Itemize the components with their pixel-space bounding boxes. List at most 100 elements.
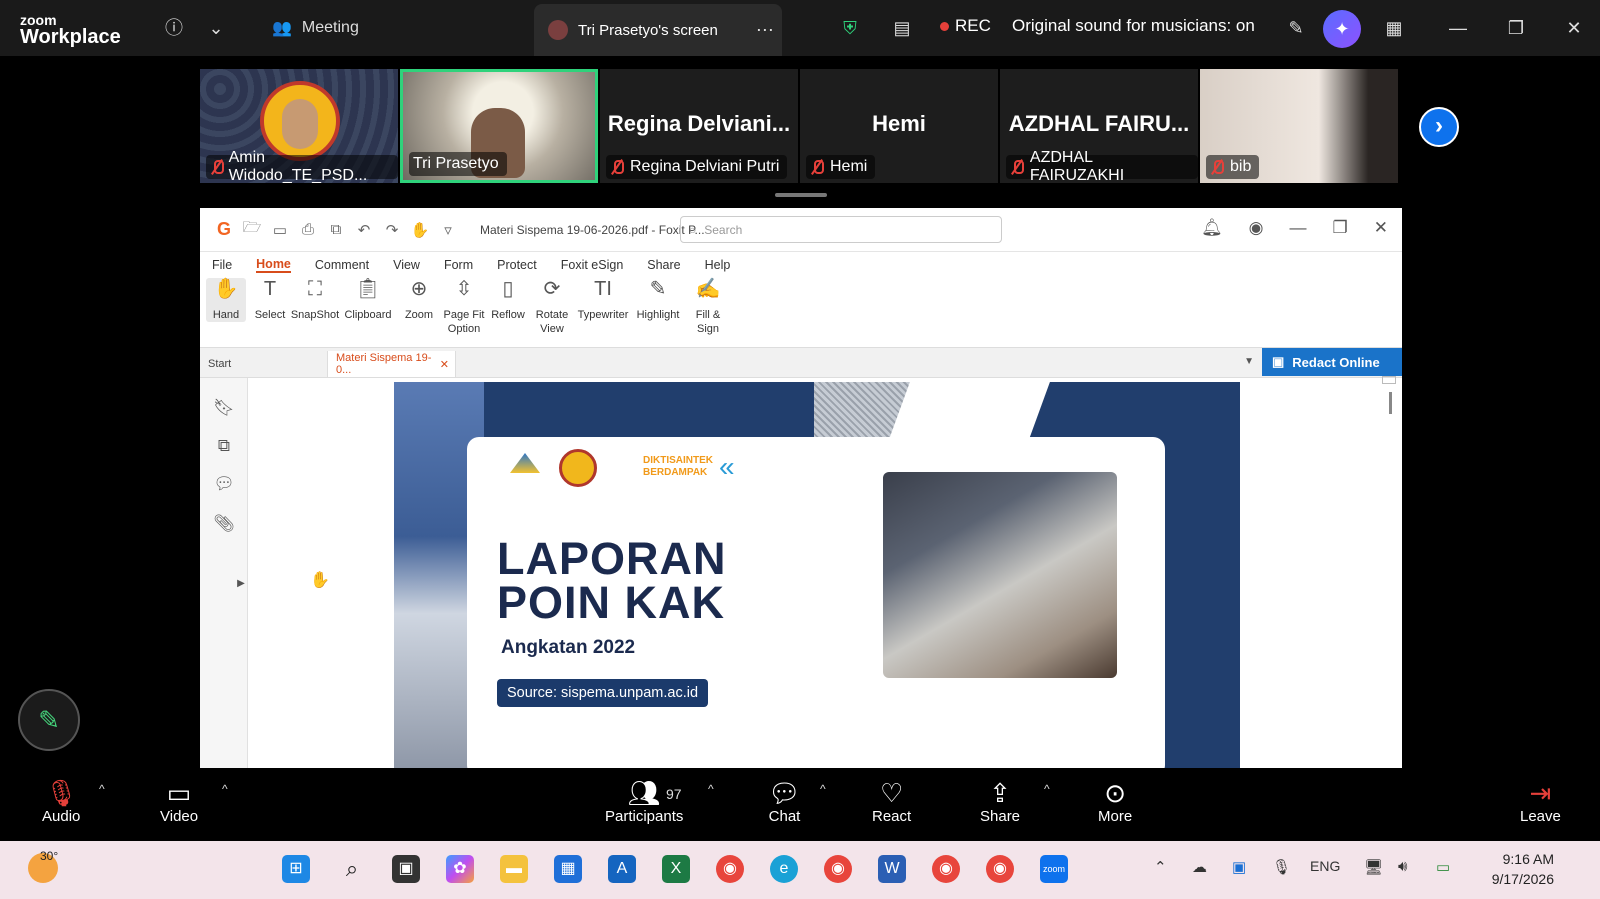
recording-indicator[interactable]: REC	[940, 16, 991, 36]
copilot-icon[interactable]: ✿	[446, 855, 474, 883]
next-page-button[interactable]: ›	[1419, 107, 1459, 147]
close-icon[interactable]: ✕	[1374, 218, 1388, 238]
magic-wand-icon[interactable]: ✎	[1284, 16, 1308, 40]
comments-icon[interactable]: 💬︎	[213, 474, 235, 494]
screen-share-tab[interactable]: Tri Prasetyo's screen ⋯	[534, 4, 782, 56]
share-options-caret-icon[interactable]: ^	[1044, 782, 1050, 796]
customize-toolbar-icon[interactable]: ▿	[434, 221, 462, 239]
restore-icon[interactable]: ❐	[1504, 16, 1528, 40]
page-fit-button[interactable]: ⇳ Page Fit Option	[442, 278, 486, 336]
fill-sign-button[interactable]: ✍ Fill & Sign	[684, 278, 732, 336]
menu-file[interactable]: File	[212, 258, 232, 272]
typewriter-button[interactable]: TI Typewriter	[574, 278, 632, 322]
chat-button[interactable]: 💬︎ Chat	[768, 778, 801, 825]
microsoft-store-icon[interactable]: ▦	[554, 855, 582, 883]
file-explorer-icon[interactable]: ▬	[500, 855, 528, 883]
tab-list-dropdown-icon[interactable]: ▼	[1244, 356, 1254, 367]
search-input[interactable]: ○ Search	[680, 216, 1002, 243]
annotate-pen-button[interactable]: ✎	[18, 689, 80, 751]
clock-date[interactable]: 9/17/2026	[1492, 871, 1554, 887]
select-button[interactable]: T Select	[250, 278, 290, 322]
menu-comment[interactable]: Comment	[315, 258, 369, 272]
tab-document[interactable]: Materi Sispema 19-0... ✕	[328, 351, 456, 377]
chrome-profile-icon[interactable]: ◉	[932, 855, 960, 883]
close-tab-icon[interactable]: ✕	[440, 358, 449, 371]
security-shield-icon[interactable]: ⛨	[838, 16, 862, 40]
chrome-profile-icon[interactable]: ◉	[986, 855, 1014, 883]
participant-tile[interactable]: AZDHAL FAIRU... AZDHAL FAIRUZAKHI	[1000, 69, 1198, 183]
task-view-icon[interactable]: ▣	[392, 855, 420, 883]
microphone-icon[interactable]: 🎙︎	[1272, 858, 1291, 876]
menu-view[interactable]: View	[393, 258, 420, 272]
tab-start[interactable]: Start	[200, 351, 328, 377]
save-icon[interactable]: ▭	[266, 221, 294, 239]
zoom-button[interactable]: ⊕ Zoom	[396, 278, 442, 322]
reflow-button[interactable]: ▯ Reflow	[486, 278, 530, 322]
language-indicator[interactable]: ENG	[1310, 858, 1340, 874]
notes-icon[interactable]: ▤	[890, 16, 914, 40]
search-icon[interactable]: ⌕	[338, 855, 366, 883]
bell-icon[interactable]: 🔔︎	[1201, 218, 1223, 238]
audio-options-caret-icon[interactable]: ^	[99, 782, 105, 796]
snapshot-button[interactable]: ⛶ SnapShot	[290, 278, 340, 322]
strip-resize-handle[interactable]	[775, 193, 827, 197]
word-icon[interactable]: W	[878, 855, 906, 883]
zoom-app-icon[interactable]: zoom	[1040, 855, 1068, 883]
leave-button[interactable]: ⇥ Leave	[1520, 778, 1561, 825]
edge-icon[interactable]: e	[770, 855, 798, 883]
hand-button[interactable]: ✋ Hand	[206, 278, 246, 322]
menu-share[interactable]: Share	[647, 258, 680, 272]
start-windows-icon[interactable]: ⊞	[282, 855, 310, 883]
ai-companion-icon[interactable]: ✦	[1323, 10, 1361, 48]
menu-home[interactable]: Home	[256, 257, 291, 273]
scrollbar-thumb[interactable]	[1389, 392, 1392, 414]
scroll-up-button[interactable]	[1382, 376, 1396, 384]
participants-options-caret-icon[interactable]: ^	[708, 782, 714, 796]
participant-tile[interactable]: Regina Delviani... Regina Delviani Putri	[600, 69, 798, 183]
chevron-down-icon[interactable]: ⌄	[204, 16, 228, 40]
chrome-icon[interactable]: ◉	[716, 855, 744, 883]
clock-time[interactable]: 9:16 AM	[1503, 851, 1554, 867]
close-icon[interactable]: ✕	[1562, 16, 1586, 40]
print-icon[interactable]: ⎙	[294, 221, 322, 238]
pages-icon[interactable]: ⧉	[213, 436, 235, 456]
highlight-button[interactable]: ✎ Highlight	[632, 278, 684, 322]
volume-icon[interactable]: 🔊︎	[1398, 858, 1407, 875]
react-button[interactable]: ♡ React	[872, 778, 911, 825]
undo-icon[interactable]: ↶	[350, 221, 378, 239]
participant-tile[interactable]: Amin Widodo_TE_PSD...	[200, 69, 398, 183]
minimize-icon[interactable]: —	[1290, 218, 1307, 238]
redact-online-button[interactable]: ▣ Redact Online	[1262, 348, 1402, 376]
menu-help[interactable]: Help	[705, 258, 731, 272]
participant-tile[interactable]: bib	[1200, 69, 1398, 183]
participant-tile[interactable]: Hemi Hemi	[800, 69, 998, 183]
apps-grid-icon[interactable]: ▦	[1382, 16, 1406, 40]
chat-options-caret-icon[interactable]: ^	[820, 782, 826, 796]
bookmark-icon[interactable]: 🔖︎	[213, 398, 235, 418]
info-icon[interactable]: ⓘ	[162, 16, 186, 40]
participant-tile-active-speaker[interactable]: Tri Prasetyo	[400, 69, 598, 183]
meeting-button[interactable]: 👥 Meeting	[272, 14, 359, 42]
clipboard-button[interactable]: 📋︎ Clipboard	[340, 278, 396, 322]
battery-icon[interactable]: ▭	[1436, 858, 1450, 876]
pen-tablet-icon[interactable]: ▣	[1232, 858, 1246, 876]
cloud-sync-icon[interactable]: ☁	[1192, 858, 1207, 876]
more-options-icon[interactable]: ⋯	[756, 20, 774, 41]
more-button[interactable]: ⊙ More	[1098, 778, 1132, 825]
redo-icon[interactable]: ↷	[378, 221, 406, 239]
open-folder-icon[interactable]: 🗁	[238, 217, 266, 242]
attachment-icon[interactable]: 📎︎	[213, 514, 235, 534]
menu-foxit-esign[interactable]: Foxit eSign	[561, 258, 624, 272]
video-options-caret-icon[interactable]: ^	[222, 782, 228, 796]
original-sound-status[interactable]: Original sound for musicians: on	[1012, 16, 1255, 36]
menu-protect[interactable]: Protect	[497, 258, 537, 272]
account-icon[interactable]: ◉	[1249, 218, 1264, 238]
copy-icon[interactable]: ⧉	[322, 221, 350, 238]
share-button[interactable]: ⇪ Share	[980, 778, 1020, 825]
rotate-view-button[interactable]: ⟳ Rotate View	[530, 278, 574, 336]
restore-icon[interactable]: ❐	[1333, 218, 1348, 238]
audio-button[interactable]: 🎙︎ Audio	[42, 778, 80, 825]
autocad-icon[interactable]: A	[608, 855, 636, 883]
show-hidden-icons-icon[interactable]: ⌃	[1154, 858, 1167, 876]
excel-icon[interactable]: X	[662, 855, 690, 883]
